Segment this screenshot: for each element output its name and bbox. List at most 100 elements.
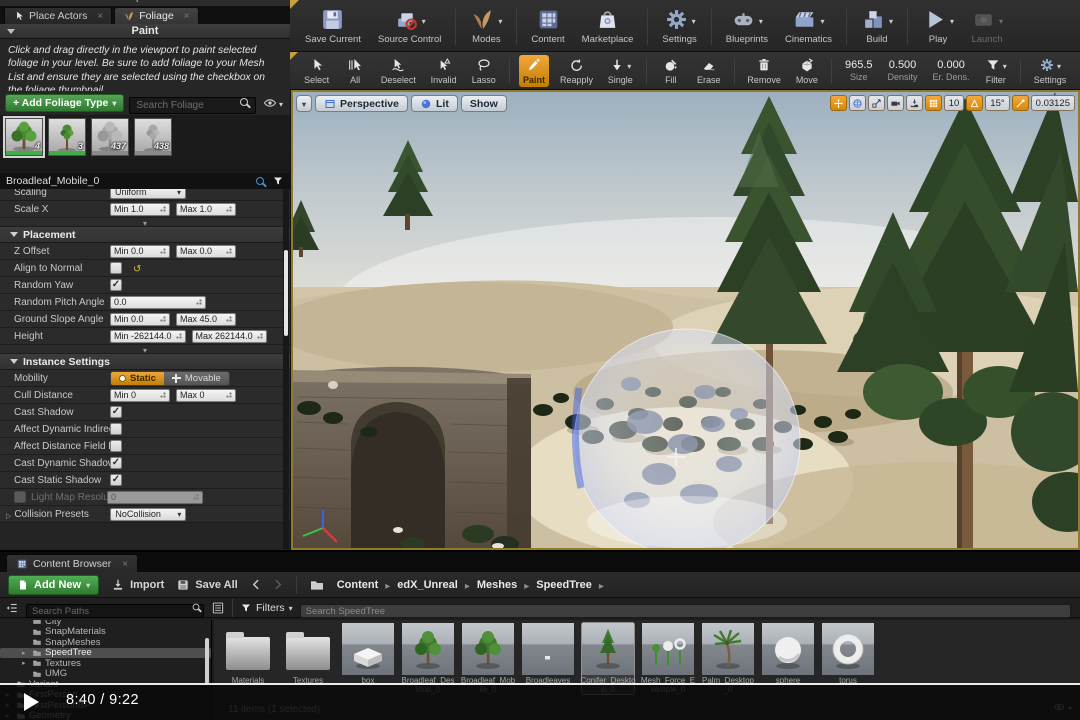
translate-tool-button[interactable] xyxy=(830,95,847,111)
menu-help[interactable]: Help xyxy=(121,0,142,3)
scale-tool-button[interactable] xyxy=(868,95,885,111)
value-field[interactable]: Max 1.0 xyxy=(176,203,236,216)
enabled-strip[interactable] xyxy=(92,151,128,155)
toolbar-button-marketplace[interactable]: Marketplace xyxy=(575,4,641,47)
tree-expander-icon[interactable] xyxy=(22,649,29,657)
mobility-movable-option[interactable]: Movable xyxy=(164,372,229,385)
search-foliage-input[interactable] xyxy=(129,97,256,114)
play-icon[interactable] xyxy=(24,693,39,711)
close-icon[interactable] xyxy=(184,10,190,22)
toolbar-button-settings[interactable]: Settings xyxy=(655,4,703,47)
field-value[interactable]: 965.5 xyxy=(845,59,873,71)
foliage-type-thumbnail-2[interactable]: 437 xyxy=(91,118,129,156)
grid-snap-toggle[interactable] xyxy=(925,95,942,111)
field-value[interactable]: 0.000 xyxy=(937,59,965,71)
enabled-strip[interactable] xyxy=(135,151,171,155)
foliage-field-density[interactable]: 0.500 Density xyxy=(884,59,922,82)
tree-item-snapmeshes[interactable]: SnapMeshes xyxy=(0,637,211,648)
foliage-tool-invalid[interactable]: Invalid xyxy=(427,55,461,87)
video-progress-bar[interactable] xyxy=(0,683,1080,685)
foliage-tool-select[interactable]: Select xyxy=(300,55,333,87)
menu-file[interactable]: File xyxy=(10,0,26,3)
breadcrumb-speedtree[interactable]: SpeedTree xyxy=(536,579,592,591)
slider-grip-icon[interactable] xyxy=(196,299,202,305)
forward-icon[interactable] xyxy=(271,578,284,591)
search-details-icon[interactable] xyxy=(256,177,264,185)
reset-to-default-icon[interactable] xyxy=(133,259,141,277)
tree-item-snapmaterials[interactable]: SnapMaterials xyxy=(0,627,211,638)
value-field[interactable]: 0.0 xyxy=(110,296,206,309)
foliage-tool-single[interactable]: Single xyxy=(604,55,637,87)
checkbox-affect-distance-field-lig[interactable] xyxy=(110,440,122,452)
slider-grip-icon[interactable] xyxy=(176,333,182,339)
value-field[interactable]: Min 0.0 xyxy=(110,245,170,258)
search-assets-input[interactable] xyxy=(300,604,1071,618)
toolbar-button-launch[interactable]: Launch xyxy=(964,4,1010,47)
field-value[interactable]: 0.500 xyxy=(889,59,917,71)
foliage-type-thumbnail-3[interactable]: 438 xyxy=(134,118,172,156)
show-button[interactable]: Show xyxy=(461,95,507,112)
foliage-tool-filter[interactable]: Filter xyxy=(981,55,1011,87)
slider-grip-icon[interactable] xyxy=(226,392,232,398)
tree-expander-icon[interactable] xyxy=(22,659,29,667)
sources-toggle-icon[interactable] xyxy=(5,601,19,615)
scrollbar-track[interactable] xyxy=(283,189,289,549)
list-view-icon[interactable] xyxy=(211,601,225,615)
foliage-tool-move[interactable]: Move xyxy=(792,55,822,87)
content-browser-tab[interactable]: Content Browser xyxy=(6,554,138,572)
tree-item-speedtree[interactable]: SpeedTree xyxy=(0,648,211,659)
slider-grip-icon[interactable] xyxy=(160,248,166,254)
foliage-tool-deselect[interactable]: Deselect xyxy=(377,55,419,87)
checkbox-cast-static-shadow[interactable] xyxy=(110,474,122,486)
filter-icon[interactable] xyxy=(272,175,284,187)
foliage-type-thumbnail-0[interactable]: 4 xyxy=(5,118,43,156)
toolbar-button-save-current[interactable]: Save Current xyxy=(298,4,368,47)
chevron-down-icon[interactable] xyxy=(422,11,426,29)
value-field[interactable]: Max 45.0 xyxy=(176,313,236,326)
chevron-down-icon[interactable] xyxy=(498,11,502,29)
value-field[interactable]: Min 0 xyxy=(110,389,170,402)
menu-window[interactable]: Window xyxy=(71,0,107,3)
checkbox-align-to-normal[interactable] xyxy=(110,262,122,274)
foliage-tool-fill[interactable]: Fill xyxy=(656,55,686,87)
slider-grip-icon[interactable] xyxy=(160,316,166,322)
tab-place-actors[interactable]: Place Actors xyxy=(4,7,112,24)
toolbar-button-build[interactable]: Build xyxy=(854,4,900,47)
tab-foliage[interactable]: Foliage xyxy=(114,7,198,24)
slider-grip-icon[interactable] xyxy=(160,206,166,212)
slider-grip-icon[interactable] xyxy=(160,392,166,398)
camera-speed-button[interactable] xyxy=(887,95,904,111)
expand-advanced-row[interactable] xyxy=(0,218,290,227)
grid-snap-value[interactable]: 10 xyxy=(944,95,965,111)
scale-snap-toggle[interactable] xyxy=(1012,95,1029,111)
foliage-tool-reapply[interactable]: Reapply xyxy=(556,55,597,87)
expand-advanced-row[interactable] xyxy=(0,345,290,354)
scrollbar[interactable] xyxy=(205,638,209,684)
dropdown-scaling[interactable]: Uniform xyxy=(110,189,186,199)
rotate-tool-button[interactable] xyxy=(849,95,866,111)
selected-foliage-row[interactable]: Broadleaf_Mobile_0 xyxy=(0,173,290,189)
chevron-down-icon[interactable] xyxy=(692,11,696,29)
foliage-tool-erase[interactable]: Erase xyxy=(693,55,725,87)
breadcrumb-content[interactable]: Content xyxy=(337,579,379,591)
value-field[interactable]: Max 0.0 xyxy=(176,245,236,258)
chevron-down-icon[interactable] xyxy=(999,11,1003,29)
slider-grip-icon[interactable] xyxy=(257,333,263,339)
toolbar-button-source-control[interactable]: Source Control xyxy=(371,4,448,47)
tree-item-textures[interactable]: Textures xyxy=(0,658,211,669)
slider-grip-icon[interactable] xyxy=(226,248,232,254)
surface-snap-button[interactable] xyxy=(906,95,923,111)
breadcrumb-edx-unreal[interactable]: edX_Unreal xyxy=(397,579,458,591)
close-icon[interactable] xyxy=(122,558,128,570)
slider-grip-icon[interactable] xyxy=(226,206,232,212)
lit-mode-button[interactable]: Lit xyxy=(411,95,458,112)
import-button[interactable]: Import xyxy=(111,578,164,592)
checkbox-random-yaw[interactable] xyxy=(110,279,122,291)
toolbar-button-play[interactable]: Play xyxy=(915,4,961,47)
foliage-field-size[interactable]: 965.5 Size xyxy=(841,59,877,82)
back-icon[interactable] xyxy=(250,578,263,591)
angle-snap-value[interactable]: 15° xyxy=(985,95,1009,111)
paint-section-header[interactable]: Paint xyxy=(0,24,290,39)
add-foliage-type-button[interactable]: + Add Foliage Type xyxy=(5,94,124,112)
chevron-down-icon[interactable] xyxy=(889,11,893,29)
